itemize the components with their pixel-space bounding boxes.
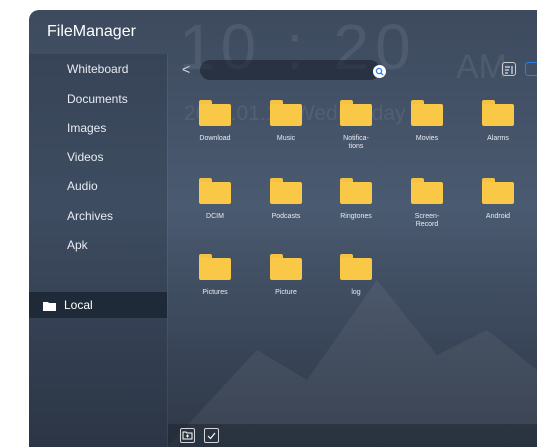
sidebar-item-archives[interactable]: Archives [67, 209, 113, 223]
folder-item[interactable]: Ringtones [323, 178, 389, 221]
folder-name: Music [276, 135, 296, 142]
folder-name: Download [199, 135, 231, 142]
back-button[interactable]: < [182, 61, 190, 77]
sidebar-item-apk[interactable]: Apk [67, 238, 88, 252]
folder-item[interactable]: Alarms [465, 100, 531, 143]
folder-item[interactable]: Picture [253, 254, 319, 297]
folder-name: Podcasts [271, 213, 301, 220]
folder-name: Screen- Record [414, 213, 440, 228]
folder-item[interactable]: Download [182, 100, 248, 143]
folder-icon [270, 100, 302, 126]
sidebar-item-audio[interactable]: Audio [67, 179, 98, 193]
sidebar: Whiteboard Documents Images Videos Audio… [29, 54, 167, 447]
folder-icon [482, 100, 514, 126]
folder-item[interactable]: Podcasts [253, 178, 319, 221]
sidebar-item-local-label: Local [64, 298, 93, 312]
folder-item[interactable]: Screen- Record [394, 178, 460, 229]
folder-icon [270, 254, 302, 280]
folder-icon [199, 100, 231, 126]
folder-name: log [351, 289, 361, 296]
search-icon[interactable] [373, 65, 386, 78]
folder-item[interactable]: Music [253, 100, 319, 143]
divider [167, 54, 168, 447]
folder-icon [199, 254, 231, 280]
folder-name: Alarms [487, 135, 509, 142]
sidebar-item-local[interactable]: Local [29, 292, 167, 318]
folder-item[interactable]: log [323, 254, 389, 297]
folder-icon [270, 178, 302, 204]
folder-item[interactable]: Pictures [182, 254, 248, 297]
folder-name: Movies [415, 135, 439, 142]
folder-item[interactable]: Movies [394, 100, 460, 143]
folder-icon [482, 178, 514, 204]
folder-icon [340, 254, 372, 280]
view-mode-icon[interactable] [525, 62, 537, 76]
sort-icon[interactable] [502, 62, 516, 76]
folder-name: Notifica- tions [343, 135, 369, 150]
folder-icon [43, 300, 56, 311]
path-bar[interactable] [200, 60, 386, 80]
toolbar: < [176, 59, 537, 83]
multi-select-button[interactable] [204, 428, 219, 443]
folder-name: Pictures [202, 289, 228, 296]
bottom-toolbar [168, 424, 537, 447]
folder-item[interactable]: DCIM [182, 178, 248, 221]
folder-icon [340, 178, 372, 204]
sidebar-item-documents[interactable]: Documents [67, 92, 128, 106]
sidebar-item-whiteboard[interactable]: Whiteboard [67, 62, 128, 76]
app-title: FileManager [47, 23, 136, 40]
folder-name: Android [485, 213, 511, 220]
folder-item[interactable]: Notifica- tions [323, 100, 389, 151]
folder-name: Ringtones [340, 213, 372, 220]
folder-item[interactable]: Android [465, 178, 531, 221]
folder-icon [340, 100, 372, 126]
folder-icon [411, 178, 443, 204]
folder-icon [199, 178, 231, 204]
sidebar-item-videos[interactable]: Videos [67, 150, 103, 164]
sidebar-item-images[interactable]: Images [67, 121, 106, 135]
folder-name: DCIM [206, 213, 224, 220]
file-manager-window: 10 : 20 AM 2025.01.15 Wednesday FileMana… [29, 10, 537, 447]
folder-name: Picture [275, 289, 297, 296]
new-folder-button[interactable] [180, 428, 195, 443]
folder-icon [411, 100, 443, 126]
